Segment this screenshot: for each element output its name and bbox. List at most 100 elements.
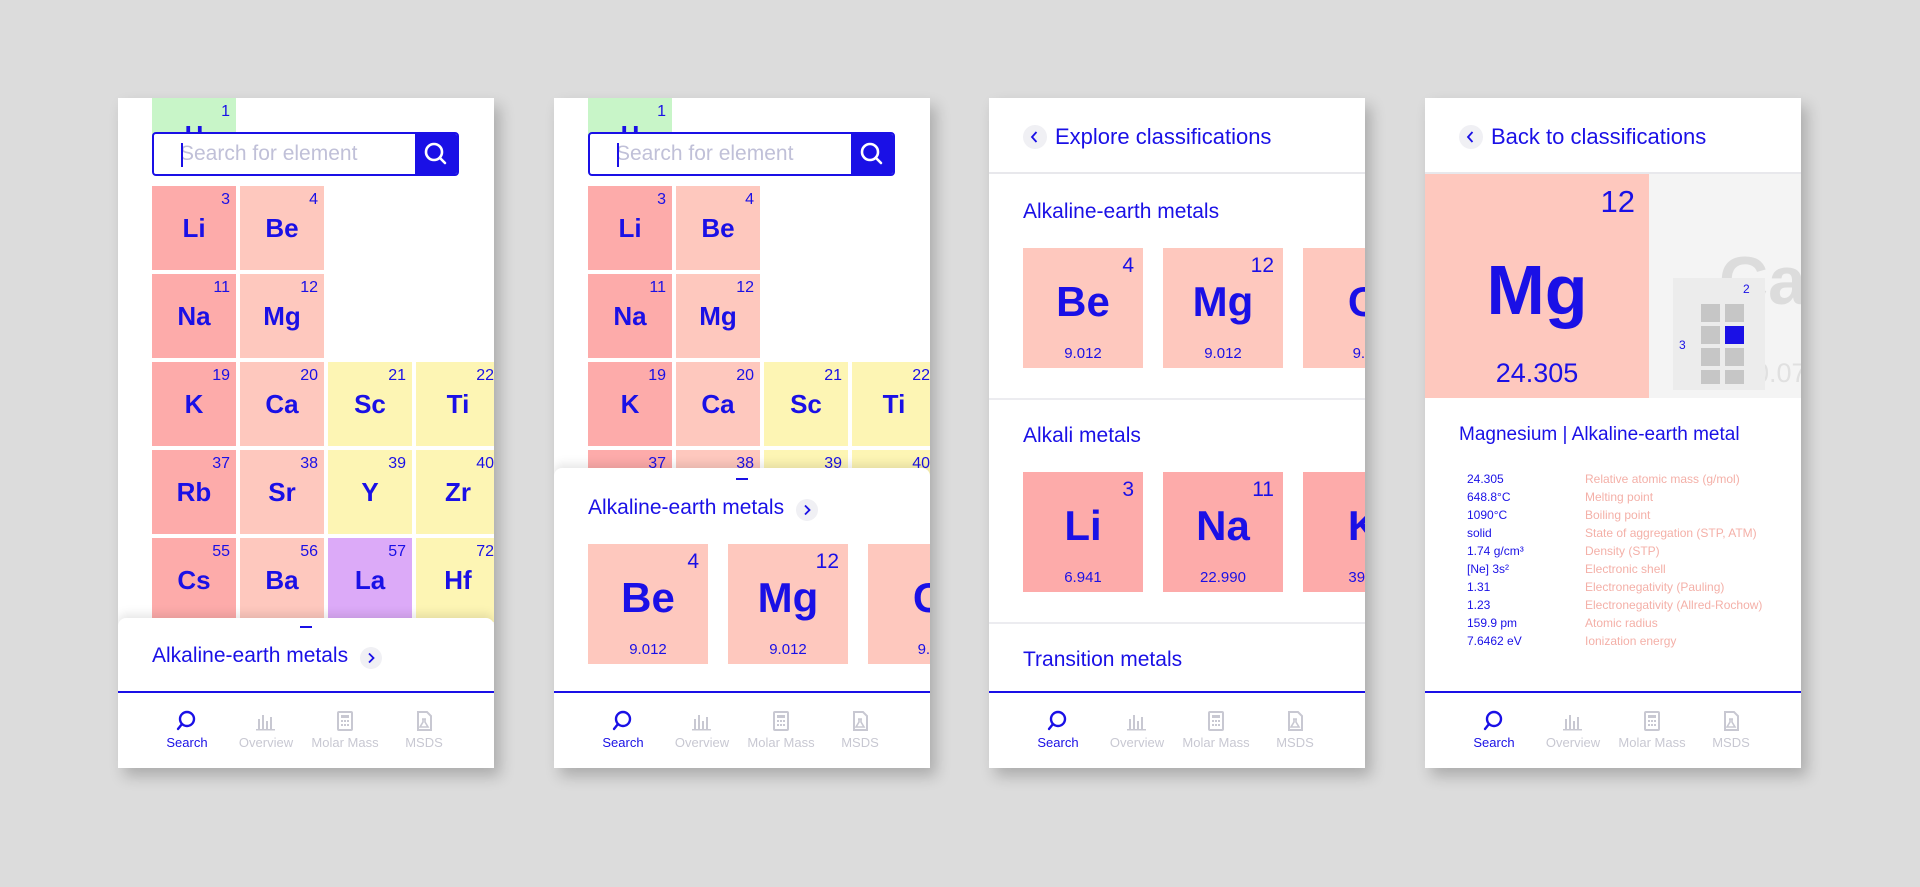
minimap-cell-active — [1725, 326, 1744, 344]
minimap-cell — [1725, 304, 1744, 322]
next-element-card[interactable]: Ca 40.07 2 3 — [1649, 174, 1801, 398]
search-input[interactable] — [154, 134, 415, 174]
calculator-icon — [773, 711, 789, 731]
element-tile-hf[interactable]: 72 Hf — [416, 538, 494, 622]
chevron-left-icon — [1030, 131, 1038, 143]
minimap-cell — [1701, 370, 1720, 384]
sheet-title[interactable]: Alkaline-earth metals — [588, 496, 784, 520]
element-tile-sc[interactable]: 21 Sc — [328, 362, 412, 446]
element-card-ca-partial[interactable]: C9.0 — [1303, 248, 1365, 368]
element-card-be[interactable]: 4 Be 9.012 — [1023, 248, 1143, 368]
element-hero-card[interactable]: 12 Mg 24.305 — [1425, 174, 1649, 398]
element-tile-ba[interactable]: 56 Ba — [240, 538, 324, 622]
nav-overview[interactable]: Overview — [663, 709, 741, 750]
flask-document-icon — [1724, 711, 1739, 731]
bottom-sheet-expanded[interactable]: Alkaline-earth metals 4 Be 9.012 12 Mg 9.012… — [554, 468, 930, 698]
bar-chart-icon — [256, 715, 275, 731]
element-tile-mg[interactable]: 12 Mg — [676, 274, 760, 358]
element-tile-be[interactable]: 4 Be — [676, 186, 760, 270]
element-tile-k[interactable]: 19 K — [588, 362, 672, 446]
element-tile-la[interactable]: 57 La — [328, 538, 412, 622]
calculator-icon — [337, 711, 353, 731]
nav-overview[interactable]: Overview — [1098, 709, 1176, 750]
nav-molar-mass[interactable]: Molar Mass — [742, 709, 820, 750]
search-button[interactable] — [851, 134, 893, 174]
nav-molar-mass[interactable]: Molar Mass — [1177, 709, 1255, 750]
nav-molar-mass[interactable]: Molar Mass — [1613, 709, 1691, 750]
period-group-minimap: 2 3 — [1673, 278, 1765, 390]
element-card-ca-partial[interactable]: C9.0 — [868, 544, 930, 664]
element-tile-ca[interactable]: 20 Ca — [240, 362, 324, 446]
element-tile-na[interactable]: 11 Na — [588, 274, 672, 358]
flask-document-icon — [853, 711, 868, 731]
nav-search[interactable]: Search — [1455, 709, 1533, 750]
element-card-k-partial[interactable]: K39.0 — [1303, 472, 1365, 592]
element-tile-ti[interactable]: 22 Ti — [852, 362, 930, 446]
phone-screen-search: 1 H 3Li 4Be 11Na 12Mg 19K 20Ca 21Sc 22Ti… — [118, 98, 494, 768]
minimap-cell — [1725, 370, 1744, 384]
element-tile-y[interactable]: 39 Y — [328, 450, 412, 534]
element-card-mg[interactable]: 12 Mg 9.012 — [1163, 248, 1283, 368]
bottom-nav: Search Overview Molar Mass MSDS — [1425, 691, 1801, 768]
period-label: 3 — [1679, 338, 1686, 352]
nav-msds[interactable]: MSDS — [1256, 709, 1334, 750]
element-tile-ca[interactable]: 20 Ca — [676, 362, 760, 446]
search-icon — [1483, 710, 1503, 731]
nav-overview[interactable]: Overview — [1534, 709, 1612, 750]
nav-msds[interactable]: MSDS — [821, 709, 899, 750]
element-card-na[interactable]: 11 Na 22.990 — [1163, 472, 1283, 592]
section-title-transition[interactable]: Transition metals — [1023, 648, 1182, 672]
nav-msds[interactable]: MSDS — [1692, 709, 1770, 750]
search-input[interactable] — [590, 134, 851, 174]
search-icon — [424, 142, 447, 165]
element-card-be[interactable]: 4 Be 9.012 — [588, 544, 708, 664]
element-tile-cs[interactable]: 55 Cs — [152, 538, 236, 622]
calculator-icon — [1208, 711, 1224, 731]
phone-screen-sheet-expanded: 1 H 3Li 4Be 11Na 12Mg 19K 20Ca 21Sc 22Ti… — [554, 98, 930, 768]
element-tile-mg[interactable]: 12 Mg — [240, 274, 324, 358]
sheet-handle[interactable] — [736, 478, 748, 480]
nav-search[interactable]: Search — [584, 709, 662, 750]
bottom-sheet[interactable]: Alkaline-earth metals — [118, 618, 494, 698]
search-button[interactable] — [415, 134, 457, 174]
calculator-icon — [1644, 711, 1660, 731]
element-tile-be[interactable]: 4 Be — [240, 186, 324, 270]
nav-search[interactable]: Search — [148, 709, 226, 750]
phone-screen-element-detail: Back to classifications 12 Mg 24.305 Ca … — [1425, 98, 1801, 768]
section-title-alkaline-earth[interactable]: Alkaline-earth metals — [1023, 200, 1219, 224]
element-tile-sc[interactable]: 21 Sc — [764, 362, 848, 446]
element-tile-zr[interactable]: 40 Zr — [416, 450, 494, 534]
nav-search[interactable]: Search — [1019, 709, 1097, 750]
element-tile-sr[interactable]: 38 Sr — [240, 450, 324, 534]
element-tile-k[interactable]: 19 K — [152, 362, 236, 446]
header-title[interactable]: Explore classifications — [1055, 124, 1271, 150]
sheet-handle[interactable] — [300, 626, 312, 628]
section-title-alkali[interactable]: Alkali metals — [1023, 424, 1141, 448]
nav-molar-mass[interactable]: Molar Mass — [306, 709, 384, 750]
search-bar — [588, 132, 895, 176]
element-tile-rb[interactable]: 37 Rb — [152, 450, 236, 534]
sheet-title[interactable]: Alkaline-earth metals — [152, 644, 348, 668]
search-icon — [612, 710, 632, 731]
element-tile-li[interactable]: 3 Li — [588, 186, 672, 270]
header: Back to classifications — [1425, 98, 1801, 174]
header: Explore classifications — [989, 98, 1365, 174]
back-button[interactable] — [1023, 125, 1047, 149]
element-card-li[interactable]: 3 Li 6.941 — [1023, 472, 1143, 592]
flask-document-icon — [417, 711, 432, 731]
header-title[interactable]: Back to classifications — [1491, 124, 1706, 150]
element-card-mg[interactable]: 12 Mg 9.012 — [728, 544, 848, 664]
element-tile-ti[interactable]: 22 Ti — [416, 362, 494, 446]
element-tile-na[interactable]: 11 Na — [152, 274, 236, 358]
element-name-classification: Magnesium | Alkaline-earth metal — [1459, 424, 1740, 445]
element-tile-li[interactable]: 3 Li — [152, 186, 236, 270]
chevron-right-icon[interactable] — [360, 647, 382, 669]
bottom-nav: Search Overview Molar Mass MSDS — [554, 691, 930, 768]
nav-msds[interactable]: MSDS — [385, 709, 463, 750]
chevron-right-icon[interactable] — [796, 499, 818, 521]
back-button[interactable] — [1459, 125, 1483, 149]
search-icon — [176, 710, 196, 731]
bar-chart-icon — [1127, 715, 1146, 731]
nav-overview[interactable]: Overview — [227, 709, 305, 750]
bottom-nav: Search Overview Molar Mass MSDS — [118, 691, 494, 768]
